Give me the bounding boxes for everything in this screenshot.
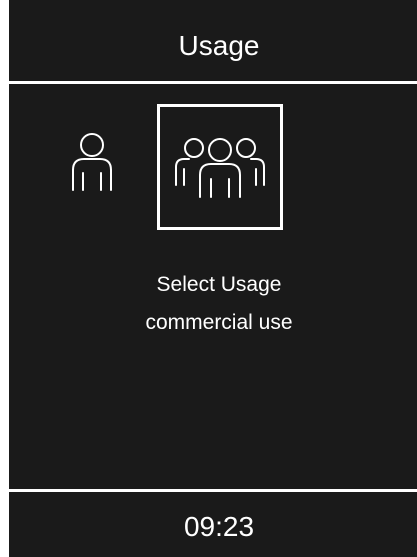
group-of-people-icon [175,138,265,198]
clock-time: 09:23 [183,511,255,542]
prompt-line-1: Select Usage [156,273,282,296]
display-screen: Usage Select Usage commercial use 09:23 [9,0,417,557]
header-divider [9,81,417,84]
prompt-line-2: commercial use [145,311,293,334]
page-title: Usage [178,30,260,61]
single-person-icon [72,133,112,191]
usage-option-private[interactable] [57,131,127,201]
usage-option-commercial[interactable] [157,104,283,230]
footer-divider [9,489,417,492]
